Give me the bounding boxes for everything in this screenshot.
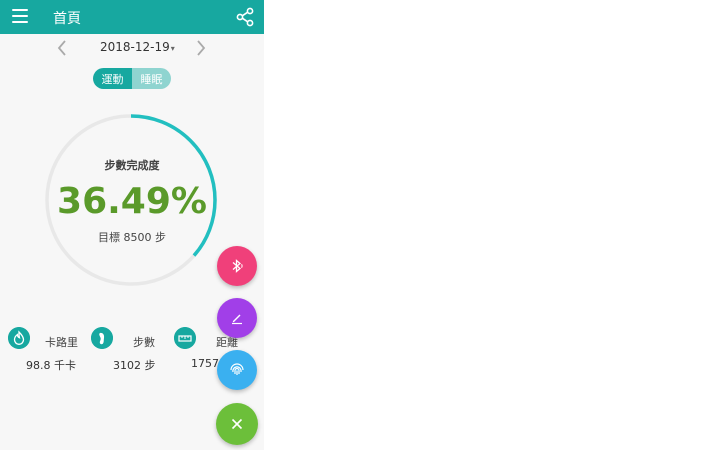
flame-icon [8,327,30,349]
mode-toggle: 運動 睡眠 [93,68,171,89]
ruler-icon [174,327,196,349]
tab-sleep[interactable]: 睡眠 [132,68,171,89]
progress-target: 目標 8500 步 [98,231,166,244]
chevron-left-icon[interactable] [55,38,69,58]
date-selector[interactable]: 2018-12-19▾ [100,40,175,54]
close-icon [231,418,243,430]
tab-exercise[interactable]: 運動 [93,68,132,89]
chevron-right-icon[interactable] [194,38,208,58]
app-bar: 首頁 [0,0,264,34]
edit-button[interactable] [217,298,257,338]
close-menu-button[interactable] [216,403,258,445]
stat-label: 卡路里 [45,336,78,349]
bluetooth-icon [232,259,243,273]
edit-icon [232,314,242,325]
bluetooth-button[interactable] [217,246,257,286]
page-title: 首頁 [53,11,81,27]
stat-value: 3102 步 [113,359,156,372]
footprint-icon [91,327,113,349]
progress-percent: 36.49% [57,181,207,222]
date-navigator: 2018-12-19▾ [0,38,264,58]
share-icon[interactable] [236,7,254,27]
menu-icon[interactable] [12,9,28,25]
progress-title: 步數完成度 [104,159,160,172]
stat-value: 1757 [191,357,219,370]
fingerprint-icon [230,363,244,375]
fingerprint-button[interactable] [217,350,257,390]
app-screen: 首頁 2018-12-19▾ 運動 睡眠 步數完成度 36.49% 目標 850… [0,0,264,450]
stat-value: 98.8 千卡 [26,359,76,372]
date-label: 2018-12-19 [100,40,170,54]
stat-label: 步數 [133,336,155,349]
dropdown-caret-icon: ▾ [170,44,175,53]
